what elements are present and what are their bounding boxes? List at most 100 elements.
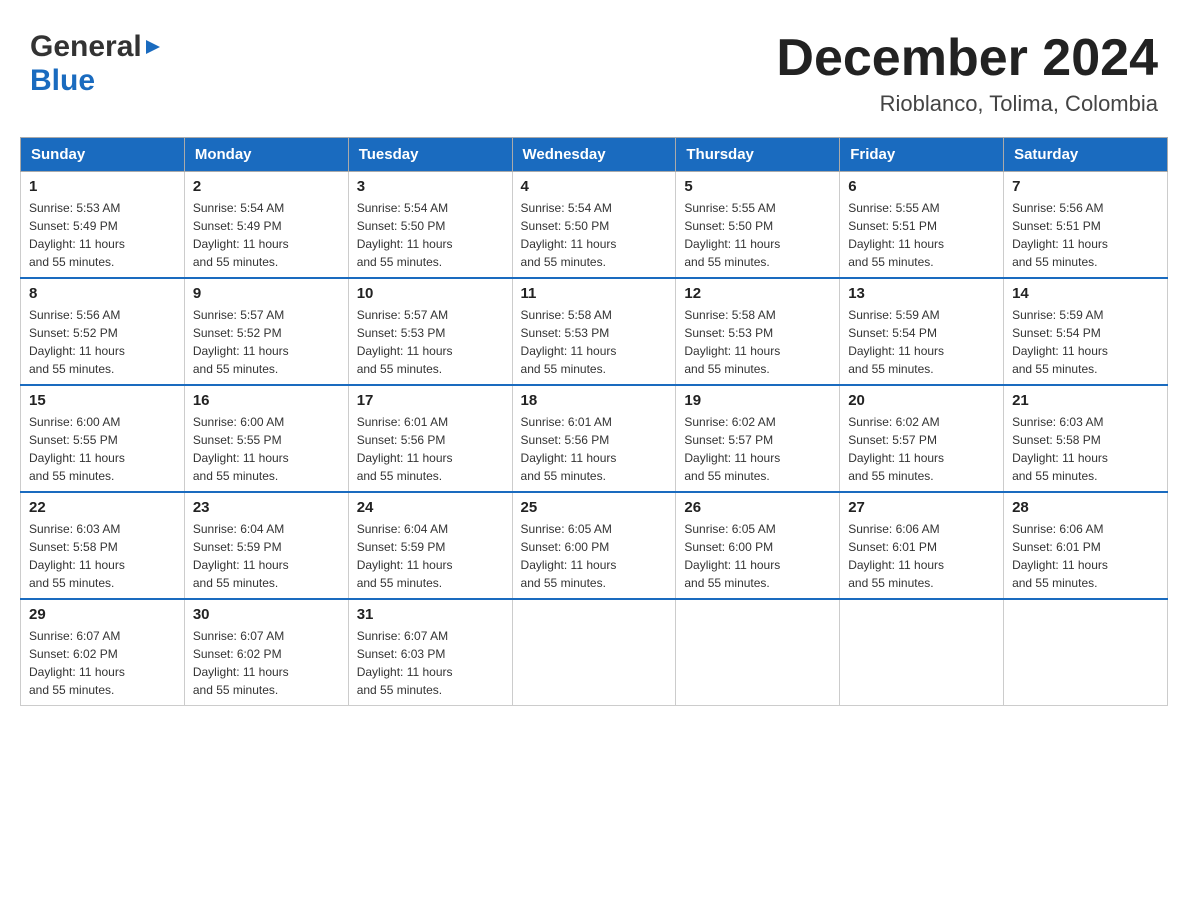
calendar-cell: 14 Sunrise: 5:59 AM Sunset: 5:54 PM Dayl… (1004, 278, 1168, 385)
day-number: 14 (1012, 285, 1159, 302)
calendar-cell: 11 Sunrise: 5:58 AM Sunset: 5:53 PM Dayl… (512, 278, 676, 385)
calendar-cell: 9 Sunrise: 5:57 AM Sunset: 5:52 PM Dayli… (184, 278, 348, 385)
calendar-week-2: 8 Sunrise: 5:56 AM Sunset: 5:52 PM Dayli… (21, 278, 1168, 385)
day-number: 7 (1012, 178, 1159, 195)
day-number: 17 (357, 392, 504, 409)
logo: General Blue (30, 30, 162, 98)
day-number: 8 (29, 285, 176, 302)
header-monday: Monday (184, 138, 348, 172)
day-number: 26 (684, 499, 831, 516)
calendar-cell: 8 Sunrise: 5:56 AM Sunset: 5:52 PM Dayli… (21, 278, 185, 385)
day-number: 19 (684, 392, 831, 409)
day-info: Sunrise: 6:00 AM Sunset: 5:55 PM Dayligh… (29, 413, 176, 485)
calendar-cell: 28 Sunrise: 6:06 AM Sunset: 6:01 PM Dayl… (1004, 492, 1168, 599)
day-info: Sunrise: 6:07 AM Sunset: 6:02 PM Dayligh… (193, 627, 340, 699)
header-friday: Friday (840, 138, 1004, 172)
day-info: Sunrise: 5:54 AM Sunset: 5:49 PM Dayligh… (193, 199, 340, 271)
calendar-cell: 23 Sunrise: 6:04 AM Sunset: 5:59 PM Dayl… (184, 492, 348, 599)
day-info: Sunrise: 6:05 AM Sunset: 6:00 PM Dayligh… (521, 520, 668, 592)
day-info: Sunrise: 5:54 AM Sunset: 5:50 PM Dayligh… (357, 199, 504, 271)
day-number: 15 (29, 392, 176, 409)
calendar-cell: 24 Sunrise: 6:04 AM Sunset: 5:59 PM Dayl… (348, 492, 512, 599)
day-number: 5 (684, 178, 831, 195)
day-info: Sunrise: 6:07 AM Sunset: 6:03 PM Dayligh… (357, 627, 504, 699)
day-number: 12 (684, 285, 831, 302)
header-wednesday: Wednesday (512, 138, 676, 172)
day-info: Sunrise: 6:02 AM Sunset: 5:57 PM Dayligh… (848, 413, 995, 485)
calendar-cell: 22 Sunrise: 6:03 AM Sunset: 5:58 PM Dayl… (21, 492, 185, 599)
day-info: Sunrise: 5:56 AM Sunset: 5:51 PM Dayligh… (1012, 199, 1159, 271)
calendar-location: Rioblanco, Tolima, Colombia (776, 91, 1158, 117)
logo-arrow-icon (144, 38, 162, 61)
day-number: 22 (29, 499, 176, 516)
day-info: Sunrise: 6:06 AM Sunset: 6:01 PM Dayligh… (848, 520, 995, 592)
day-number: 13 (848, 285, 995, 302)
calendar-cell: 20 Sunrise: 6:02 AM Sunset: 5:57 PM Dayl… (840, 385, 1004, 492)
day-info: Sunrise: 5:55 AM Sunset: 5:51 PM Dayligh… (848, 199, 995, 271)
day-info: Sunrise: 6:06 AM Sunset: 6:01 PM Dayligh… (1012, 520, 1159, 592)
day-info: Sunrise: 5:59 AM Sunset: 5:54 PM Dayligh… (1012, 306, 1159, 378)
day-info: Sunrise: 5:57 AM Sunset: 5:52 PM Dayligh… (193, 306, 340, 378)
day-info: Sunrise: 6:03 AM Sunset: 5:58 PM Dayligh… (29, 520, 176, 592)
day-info: Sunrise: 6:07 AM Sunset: 6:02 PM Dayligh… (29, 627, 176, 699)
calendar-cell: 15 Sunrise: 6:00 AM Sunset: 5:55 PM Dayl… (21, 385, 185, 492)
day-number: 11 (521, 285, 668, 302)
day-info: Sunrise: 6:01 AM Sunset: 5:56 PM Dayligh… (521, 413, 668, 485)
calendar-cell (676, 599, 840, 706)
day-number: 9 (193, 285, 340, 302)
day-info: Sunrise: 6:02 AM Sunset: 5:57 PM Dayligh… (684, 413, 831, 485)
day-info: Sunrise: 5:53 AM Sunset: 5:49 PM Dayligh… (29, 199, 176, 271)
day-info: Sunrise: 5:59 AM Sunset: 5:54 PM Dayligh… (848, 306, 995, 378)
calendar-title: December 2024 (776, 30, 1158, 87)
day-info: Sunrise: 6:05 AM Sunset: 6:00 PM Dayligh… (684, 520, 831, 592)
day-info: Sunrise: 5:54 AM Sunset: 5:50 PM Dayligh… (521, 199, 668, 271)
day-number: 27 (848, 499, 995, 516)
day-number: 25 (521, 499, 668, 516)
calendar-cell: 5 Sunrise: 5:55 AM Sunset: 5:50 PM Dayli… (676, 172, 840, 279)
day-number: 16 (193, 392, 340, 409)
day-info: Sunrise: 6:03 AM Sunset: 5:58 PM Dayligh… (1012, 413, 1159, 485)
calendar-cell: 30 Sunrise: 6:07 AM Sunset: 6:02 PM Dayl… (184, 599, 348, 706)
day-number: 20 (848, 392, 995, 409)
calendar-cell: 4 Sunrise: 5:54 AM Sunset: 5:50 PM Dayli… (512, 172, 676, 279)
day-number: 3 (357, 178, 504, 195)
day-number: 6 (848, 178, 995, 195)
calendar-week-3: 15 Sunrise: 6:00 AM Sunset: 5:55 PM Dayl… (21, 385, 1168, 492)
calendar-week-5: 29 Sunrise: 6:07 AM Sunset: 6:02 PM Dayl… (21, 599, 1168, 706)
calendar-cell: 26 Sunrise: 6:05 AM Sunset: 6:00 PM Dayl… (676, 492, 840, 599)
day-info: Sunrise: 6:01 AM Sunset: 5:56 PM Dayligh… (357, 413, 504, 485)
day-info: Sunrise: 5:57 AM Sunset: 5:53 PM Dayligh… (357, 306, 504, 378)
day-number: 21 (1012, 392, 1159, 409)
day-number: 10 (357, 285, 504, 302)
day-number: 1 (29, 178, 176, 195)
header-thursday: Thursday (676, 138, 840, 172)
calendar-cell: 13 Sunrise: 5:59 AM Sunset: 5:54 PM Dayl… (840, 278, 1004, 385)
day-number: 18 (521, 392, 668, 409)
calendar-cell: 7 Sunrise: 5:56 AM Sunset: 5:51 PM Dayli… (1004, 172, 1168, 279)
calendar-cell: 6 Sunrise: 5:55 AM Sunset: 5:51 PM Dayli… (840, 172, 1004, 279)
day-info: Sunrise: 5:56 AM Sunset: 5:52 PM Dayligh… (29, 306, 176, 378)
header-tuesday: Tuesday (348, 138, 512, 172)
day-info: Sunrise: 5:58 AM Sunset: 5:53 PM Dayligh… (521, 306, 668, 378)
calendar-cell: 31 Sunrise: 6:07 AM Sunset: 6:03 PM Dayl… (348, 599, 512, 706)
day-number: 31 (357, 606, 504, 623)
calendar-week-4: 22 Sunrise: 6:03 AM Sunset: 5:58 PM Dayl… (21, 492, 1168, 599)
calendar-cell: 18 Sunrise: 6:01 AM Sunset: 5:56 PM Dayl… (512, 385, 676, 492)
calendar-cell (840, 599, 1004, 706)
header-saturday: Saturday (1004, 138, 1168, 172)
header-sunday: Sunday (21, 138, 185, 172)
calendar-cell (512, 599, 676, 706)
calendar-cell: 3 Sunrise: 5:54 AM Sunset: 5:50 PM Dayli… (348, 172, 512, 279)
calendar-week-1: 1 Sunrise: 5:53 AM Sunset: 5:49 PM Dayli… (21, 172, 1168, 279)
logo-general-text: General (30, 30, 142, 64)
logo-blue-text: Blue (30, 64, 95, 97)
day-info: Sunrise: 5:58 AM Sunset: 5:53 PM Dayligh… (684, 306, 831, 378)
calendar-cell: 16 Sunrise: 6:00 AM Sunset: 5:55 PM Dayl… (184, 385, 348, 492)
calendar-cell: 19 Sunrise: 6:02 AM Sunset: 5:57 PM Dayl… (676, 385, 840, 492)
day-number: 24 (357, 499, 504, 516)
title-block: December 2024 Rioblanco, Tolima, Colombi… (776, 30, 1158, 117)
day-number: 29 (29, 606, 176, 623)
calendar-cell: 27 Sunrise: 6:06 AM Sunset: 6:01 PM Dayl… (840, 492, 1004, 599)
calendar-cell: 29 Sunrise: 6:07 AM Sunset: 6:02 PM Dayl… (21, 599, 185, 706)
calendar-table: Sunday Monday Tuesday Wednesday Thursday… (20, 137, 1168, 706)
